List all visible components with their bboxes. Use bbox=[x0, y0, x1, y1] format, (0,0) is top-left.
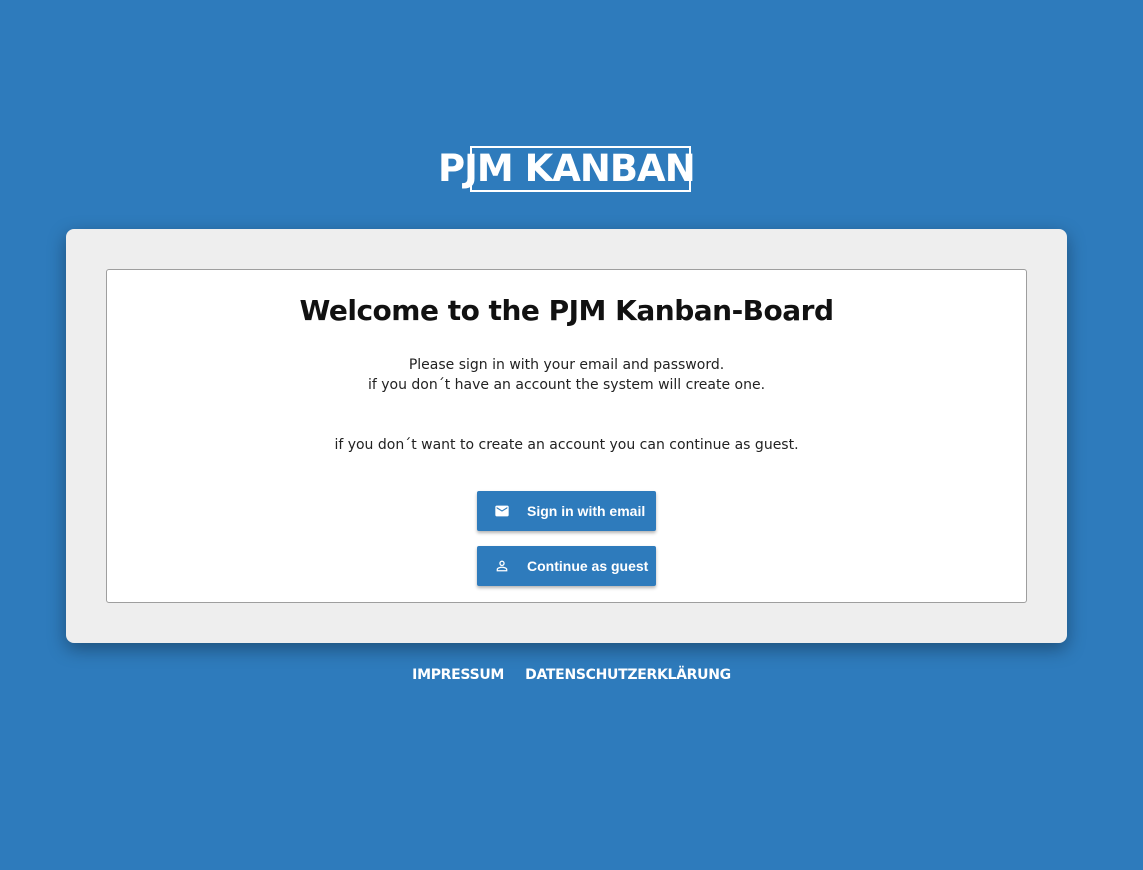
sign-in-with-email-button[interactable]: Sign in with email bbox=[477, 491, 656, 531]
sign-in-instructions: Please sign in with your email and passw… bbox=[408, 357, 725, 373]
login-card: Welcome to the PJM Kanban-Board Please s… bbox=[66, 229, 1067, 643]
impressum-link[interactable]: IMPRESSUM bbox=[412, 667, 504, 683]
mail-icon bbox=[494, 503, 510, 519]
guest-note: if you don´t want to create an account y… bbox=[334, 437, 799, 453]
login-page: PJM KANBAN Welcome to the PJM Kanban-Boa… bbox=[0, 0, 1143, 870]
welcome-title: Welcome to the PJM Kanban-Board bbox=[299, 294, 834, 327]
pjm-kanban-logo: PJM KANBAN bbox=[436, 143, 696, 197]
person-icon bbox=[494, 558, 510, 574]
continue-as-guest-button[interactable]: Continue as guest bbox=[477, 546, 656, 586]
footer-links: IMPRESSUM DATENSCHUTZERKLÄRUNG bbox=[0, 664, 1143, 683]
account-creation-note: if you don´t have an account the system … bbox=[367, 377, 766, 393]
sign-in-with-email-label: Sign in with email bbox=[527, 503, 646, 519]
logo-text: PJM KANBAN bbox=[438, 147, 696, 190]
login-panel: Welcome to the PJM Kanban-Board Please s… bbox=[106, 269, 1027, 603]
datenschutz-link[interactable]: DATENSCHUTZERKLÄRUNG bbox=[525, 667, 731, 683]
continue-as-guest-label: Continue as guest bbox=[527, 558, 649, 574]
